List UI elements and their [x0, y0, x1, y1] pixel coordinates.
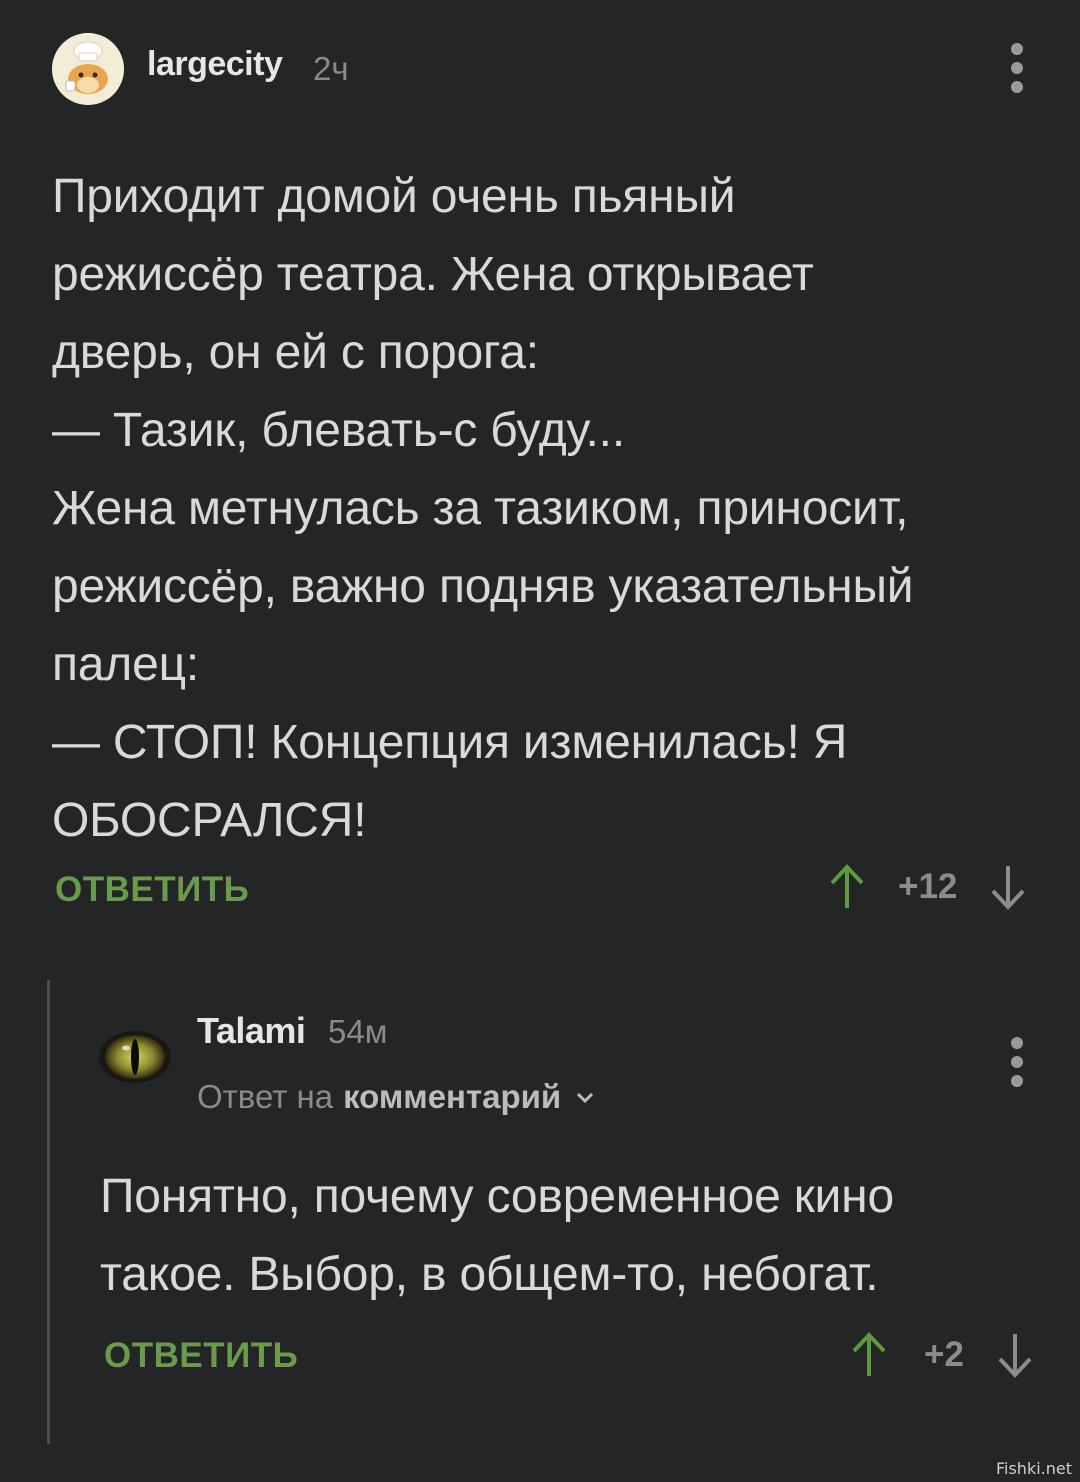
upvote-arrow-icon[interactable]	[848, 1330, 890, 1380]
upvote-arrow-icon[interactable]	[826, 862, 868, 912]
comment-score: +2	[924, 1335, 964, 1374]
chevron-down-icon[interactable]	[573, 1085, 597, 1109]
reply-to-link[interactable]: Ответ на комментарий	[197, 1078, 597, 1116]
more-options-icon[interactable]	[1010, 1037, 1024, 1087]
comment-author[interactable]: Talami	[197, 1010, 306, 1052]
comment-score: +12	[898, 867, 958, 906]
vote-controls: +12	[826, 862, 1029, 912]
reply-to-target[interactable]: комментарий	[343, 1078, 561, 1116]
hamster-chef-avatar-icon	[52, 33, 124, 105]
vote-controls: +2	[848, 1330, 1036, 1380]
watermark: Fishki.net	[995, 1459, 1072, 1478]
downvote-arrow-icon[interactable]	[994, 1330, 1036, 1380]
user-avatar[interactable]	[98, 1020, 172, 1094]
reply-button[interactable]: ОТВЕТИТЬ	[104, 1336, 298, 1376]
more-options-icon[interactable]	[1010, 43, 1024, 93]
downvote-arrow-icon[interactable]	[987, 862, 1029, 912]
reply-button[interactable]: ОТВЕТИТЬ	[55, 870, 249, 910]
comment-author[interactable]: largecity	[147, 45, 283, 84]
comment-text: Понятно, почему современное кино такое. …	[100, 1170, 894, 1301]
comment-text: Приходит домой очень пьяный режиссёр теа…	[52, 170, 914, 847]
comment-1: largecity 2ч Приходит домой очень пьяный…	[0, 0, 1080, 940]
comment-2: Talami 54м Ответ на комментарий Понятно,…	[0, 980, 1080, 1450]
comment-time: 2ч	[313, 50, 349, 87]
comment-time: 54м	[328, 1013, 388, 1050]
cat-eye-avatar-icon	[99, 1031, 171, 1083]
reply-to-prefix: Ответ на	[197, 1078, 334, 1115]
user-avatar[interactable]	[52, 33, 124, 105]
